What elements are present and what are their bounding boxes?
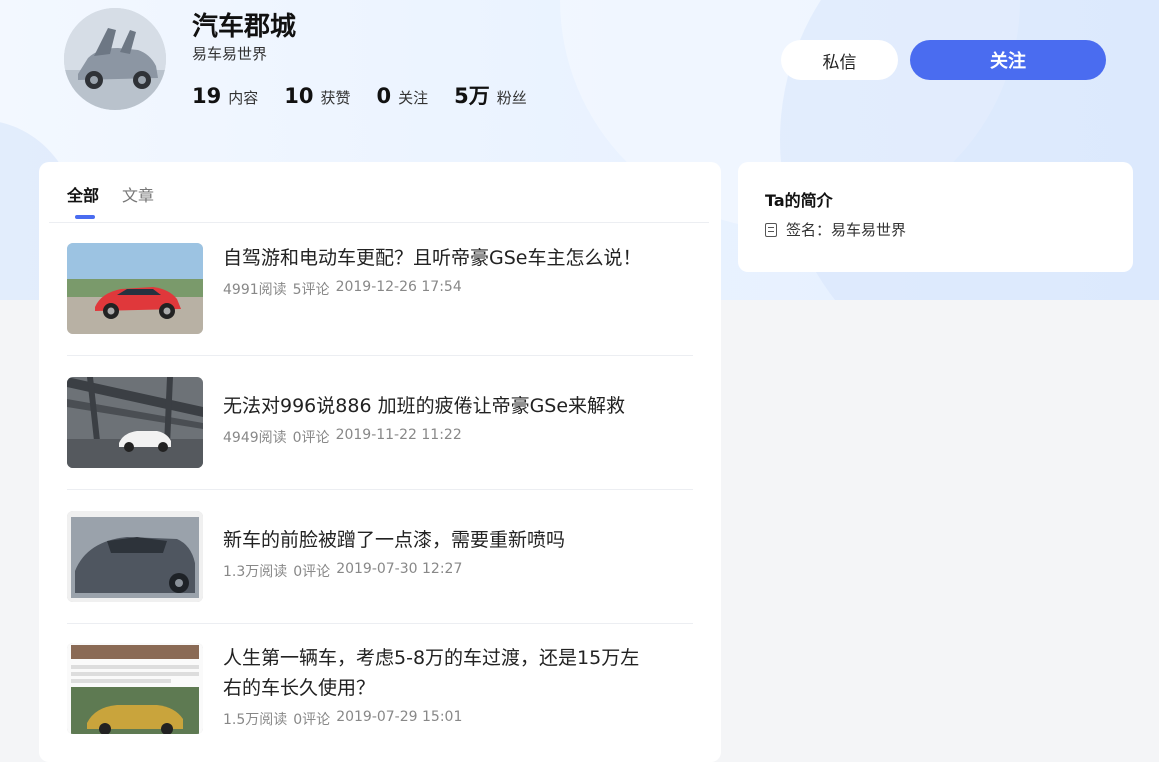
article-date: 2019-12-26 17:54: [335, 279, 462, 295]
article-reads: 1.5万阅读: [223, 712, 288, 728]
article-title[interactable]: 人生第一辆车，考虑5-8万的车过渡，还是15万左右的车长久使用？: [223, 643, 643, 703]
article-divider: [67, 623, 693, 624]
follow-button[interactable]: 关注: [910, 40, 1106, 80]
intro-title: Ta的简介: [765, 191, 833, 210]
content-tabs: 全部 文章: [67, 182, 177, 219]
active-tab-indicator: [75, 215, 95, 219]
article-meta: 1.5万阅读 0评论 2019-07-29 15:01: [223, 709, 643, 729]
article-reads: 4991阅读: [223, 282, 287, 298]
article-meta: 4991阅读 5评论 2019-12-26 17:54: [223, 279, 643, 299]
stat-number: 10: [284, 84, 314, 108]
document-icon: [765, 222, 777, 237]
article-date: 2019-07-30 12:27: [336, 561, 463, 577]
stat-label: 粉丝: [496, 89, 527, 107]
profile-signature: 易车易世界: [192, 45, 268, 63]
article-comments: 0评论: [292, 430, 330, 446]
tab-all[interactable]: 全部: [67, 182, 100, 219]
stat-label: 内容: [228, 89, 259, 107]
article-title[interactable]: 无法对996说886 加班的疲倦让帝豪GSe来解救: [223, 391, 643, 421]
article-title[interactable]: 新车的前脸被蹭了一点漆，需要重新喷吗: [223, 525, 643, 555]
article-meta: 4949阅读 0评论 2019-11-22 11:22: [223, 427, 643, 447]
article-thumbnail[interactable]: [67, 243, 203, 334]
intro-signature: 签名：易车易世界: [765, 219, 906, 240]
intro-card: Ta的简介 签名：易车易世界: [738, 162, 1133, 272]
article-comments: 0评论: [293, 712, 331, 728]
tab-label: 文章: [122, 186, 155, 205]
content-card: 全部 文章 自驾游和电动车更配？且听帝豪GSe车主怎么说！ 4991阅读 5评论…: [39, 162, 721, 762]
article-thumbnail[interactable]: [67, 643, 203, 734]
tab-articles[interactable]: 文章: [122, 182, 154, 206]
article-comments: 5评论: [292, 282, 330, 298]
stat-number: 5万: [454, 84, 490, 108]
message-button[interactable]: 私信: [781, 40, 898, 80]
article-date: 2019-11-22 11:22: [335, 427, 462, 443]
stat-label: 关注: [398, 89, 429, 107]
stat-label: 获赞: [320, 89, 351, 107]
article-title[interactable]: 自驾游和电动车更配？且听帝豪GSe车主怎么说！: [223, 243, 643, 273]
article-thumbnail[interactable]: [67, 377, 203, 468]
article-divider: [67, 355, 693, 356]
stat-number: 19: [192, 84, 222, 108]
article-reads: 4949阅读: [223, 430, 287, 446]
article-date: 2019-07-29 15:01: [336, 709, 463, 725]
article-thumbnail[interactable]: [67, 511, 203, 602]
profile-name: 汽车郡城: [192, 12, 297, 42]
tab-label: 全部: [67, 186, 100, 205]
article-divider: [67, 489, 693, 490]
stat-number: 0: [376, 84, 392, 108]
stat-content[interactable]: 19 内容: [192, 84, 258, 108]
stat-likes: 10 获赞: [284, 84, 350, 108]
article-reads: 1.3万阅读: [223, 564, 288, 580]
article-comments: 0评论: [293, 564, 331, 580]
intro-signature-text: 签名：易车易世界: [786, 221, 907, 239]
stat-following[interactable]: 0 关注: [377, 84, 429, 108]
tabs-divider: [49, 222, 709, 223]
profile-stats: 19 内容 10 获赞 0 关注 5万 粉丝: [192, 80, 553, 110]
avatar[interactable]: [64, 8, 166, 110]
article-meta: 1.3万阅读 0评论 2019-07-30 12:27: [223, 561, 643, 581]
stat-followers[interactable]: 5万 粉丝: [454, 80, 527, 110]
